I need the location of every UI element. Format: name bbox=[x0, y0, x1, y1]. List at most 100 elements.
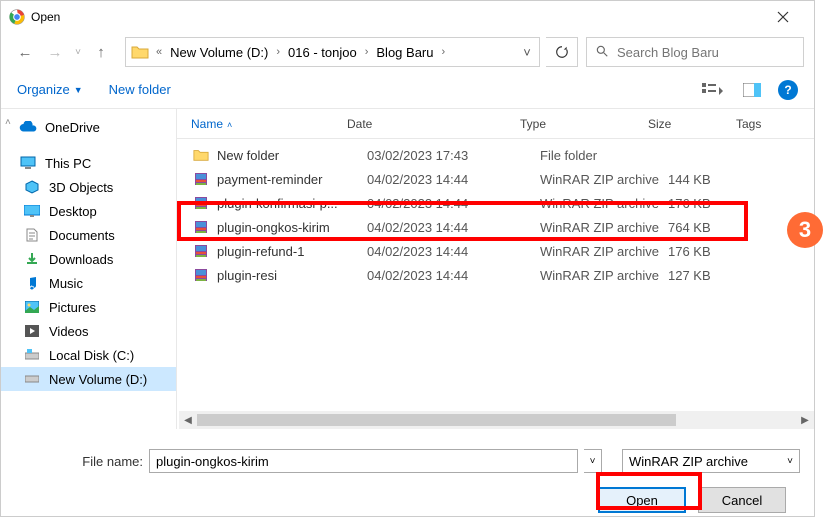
file-type: WinRAR ZIP archive bbox=[540, 220, 668, 235]
file-name: New folder bbox=[217, 148, 367, 163]
nav-this-pc-label: This PC bbox=[45, 156, 91, 171]
filename-label: File name: bbox=[75, 454, 143, 469]
onedrive-icon bbox=[19, 118, 37, 136]
filename-row: File name: ˅ WinRAR ZIP archive ˅ bbox=[75, 449, 800, 473]
file-size: 764 KB bbox=[668, 220, 756, 235]
refresh-button[interactable] bbox=[546, 37, 578, 67]
file-size: 176 KB bbox=[668, 244, 756, 259]
tree-caret-icon[interactable]: ˄ bbox=[5, 117, 11, 128]
horizontal-scrollbar[interactable]: ◀ ▶ bbox=[179, 411, 814, 429]
history-dropdown[interactable]: ˅ bbox=[71, 47, 85, 58]
zip-archive-icon bbox=[191, 194, 211, 212]
file-row[interactable]: New folder03/02/2023 17:43File folder bbox=[177, 143, 814, 167]
chevron-right-icon: › bbox=[435, 46, 451, 58]
file-size: 176 KB bbox=[668, 196, 756, 211]
file-list: New folder03/02/2023 17:43File folderpay… bbox=[177, 139, 814, 411]
nav-local-disk-c[interactable]: Local Disk (C:) bbox=[1, 343, 176, 367]
breadcrumb-item-0[interactable]: New Volume (D:) bbox=[168, 45, 270, 60]
search-box[interactable] bbox=[586, 37, 804, 67]
downloads-icon bbox=[23, 250, 41, 268]
file-list-area: Name˄ Date Type Size Tags New folder03/0… bbox=[177, 109, 814, 429]
nav-3d-objects[interactable]: 3D Objects bbox=[1, 175, 176, 199]
organize-menu[interactable]: Organize▼ bbox=[17, 82, 83, 97]
nav-videos[interactable]: Videos bbox=[1, 319, 176, 343]
pictures-icon bbox=[23, 298, 41, 316]
disk-icon bbox=[23, 370, 41, 388]
view-options-button[interactable] bbox=[698, 76, 726, 104]
file-row[interactable]: payment-reminder04/02/2023 14:44WinRAR Z… bbox=[177, 167, 814, 191]
file-size: 127 KB bbox=[668, 268, 756, 283]
this-pc-icon bbox=[19, 154, 37, 172]
nav-item-label: Documents bbox=[49, 228, 115, 243]
desktop-icon bbox=[23, 202, 41, 220]
breadcrumb-item-2[interactable]: Blog Baru bbox=[374, 45, 435, 60]
scroll-right-icon[interactable]: ▶ bbox=[796, 411, 814, 429]
file-name: plugin-refund-1 bbox=[217, 244, 367, 259]
nav-item-label: New Volume (D:) bbox=[49, 372, 147, 387]
col-header-date[interactable]: Date bbox=[347, 117, 520, 131]
back-button[interactable]: ← bbox=[11, 38, 39, 66]
column-headers: Name˄ Date Type Size Tags bbox=[177, 109, 814, 139]
file-row[interactable]: plugin-resi04/02/2023 14:44WinRAR ZIP ar… bbox=[177, 263, 814, 287]
forward-button[interactable]: → bbox=[41, 38, 69, 66]
scroll-track[interactable] bbox=[197, 411, 796, 429]
col-header-name[interactable]: Name˄ bbox=[191, 117, 347, 131]
chevron-right-icon: › bbox=[270, 46, 286, 58]
navigation-pane: ˄ OneDrive This PC 3D Objects Desktop Do… bbox=[1, 109, 177, 429]
filetype-select[interactable]: WinRAR ZIP archive ˅ bbox=[622, 449, 800, 473]
nav-desktop[interactable]: Desktop bbox=[1, 199, 176, 223]
filename-input[interactable] bbox=[149, 449, 578, 473]
file-row[interactable]: plugin-ongkos-kirim04/02/2023 14:44WinRA… bbox=[177, 215, 814, 239]
file-date: 04/02/2023 14:44 bbox=[367, 196, 540, 211]
breadcrumb-dropdown[interactable]: ˅ bbox=[515, 38, 539, 66]
breadcrumb-bar[interactable]: « New Volume (D:) › 016 - tonjoo › Blog … bbox=[125, 37, 540, 67]
file-type: WinRAR ZIP archive bbox=[540, 244, 668, 259]
nav-documents[interactable]: Documents bbox=[1, 223, 176, 247]
dialog-title: Open bbox=[31, 10, 760, 24]
nav-onedrive[interactable]: OneDrive bbox=[1, 115, 176, 139]
zip-archive-icon bbox=[191, 218, 211, 236]
nav-pictures[interactable]: Pictures bbox=[1, 295, 176, 319]
nav-item-label: 3D Objects bbox=[49, 180, 113, 195]
folder-icon bbox=[130, 42, 150, 62]
preview-pane-button[interactable] bbox=[738, 76, 766, 104]
videos-icon bbox=[23, 322, 41, 340]
up-button[interactable]: ↑ bbox=[87, 38, 115, 66]
help-button[interactable]: ? bbox=[778, 80, 798, 100]
breadcrumb-item-1[interactable]: 016 - tonjoo bbox=[286, 45, 359, 60]
nav-item-label: Downloads bbox=[49, 252, 113, 267]
nav-item-label: Desktop bbox=[49, 204, 97, 219]
folder-icon bbox=[191, 146, 211, 164]
file-name: plugin-konfirmasi-p... bbox=[217, 196, 367, 211]
nav-this-pc[interactable]: This PC bbox=[1, 151, 176, 175]
close-button[interactable] bbox=[760, 2, 806, 32]
titlebar: Open bbox=[1, 1, 814, 33]
filename-history-dropdown[interactable]: ˅ bbox=[584, 449, 602, 473]
content-area: ˄ OneDrive This PC 3D Objects Desktop Do… bbox=[1, 109, 814, 429]
new-folder-button[interactable]: New folder bbox=[109, 82, 171, 97]
zip-archive-icon bbox=[191, 242, 211, 260]
nav-downloads[interactable]: Downloads bbox=[1, 247, 176, 271]
file-row[interactable]: plugin-konfirmasi-p...04/02/2023 14:44Wi… bbox=[177, 191, 814, 215]
open-button[interactable]: Open bbox=[598, 487, 686, 513]
scroll-thumb[interactable] bbox=[197, 414, 676, 426]
col-header-type[interactable]: Type bbox=[520, 117, 648, 131]
file-type: WinRAR ZIP archive bbox=[540, 172, 668, 187]
nav-item-label: Local Disk (C:) bbox=[49, 348, 134, 363]
file-type: File folder bbox=[540, 148, 668, 163]
music-icon bbox=[23, 274, 41, 292]
file-date: 04/02/2023 14:44 bbox=[367, 172, 540, 187]
nav-music[interactable]: Music bbox=[1, 271, 176, 295]
disk-icon bbox=[23, 346, 41, 364]
sort-caret-icon: ˄ bbox=[227, 120, 232, 130]
file-row[interactable]: plugin-refund-104/02/2023 14:44WinRAR ZI… bbox=[177, 239, 814, 263]
file-type: WinRAR ZIP archive bbox=[540, 268, 668, 283]
cancel-button[interactable]: Cancel bbox=[698, 487, 786, 513]
col-header-size[interactable]: Size bbox=[648, 117, 736, 131]
search-input[interactable] bbox=[617, 45, 795, 60]
nav-new-volume-d[interactable]: New Volume (D:) bbox=[1, 367, 176, 391]
scroll-left-icon[interactable]: ◀ bbox=[179, 411, 197, 429]
col-header-tags[interactable]: Tags bbox=[736, 117, 814, 131]
bottom-area: File name: ˅ WinRAR ZIP archive ˅ Open C… bbox=[1, 429, 814, 525]
chrome-icon bbox=[9, 9, 25, 25]
